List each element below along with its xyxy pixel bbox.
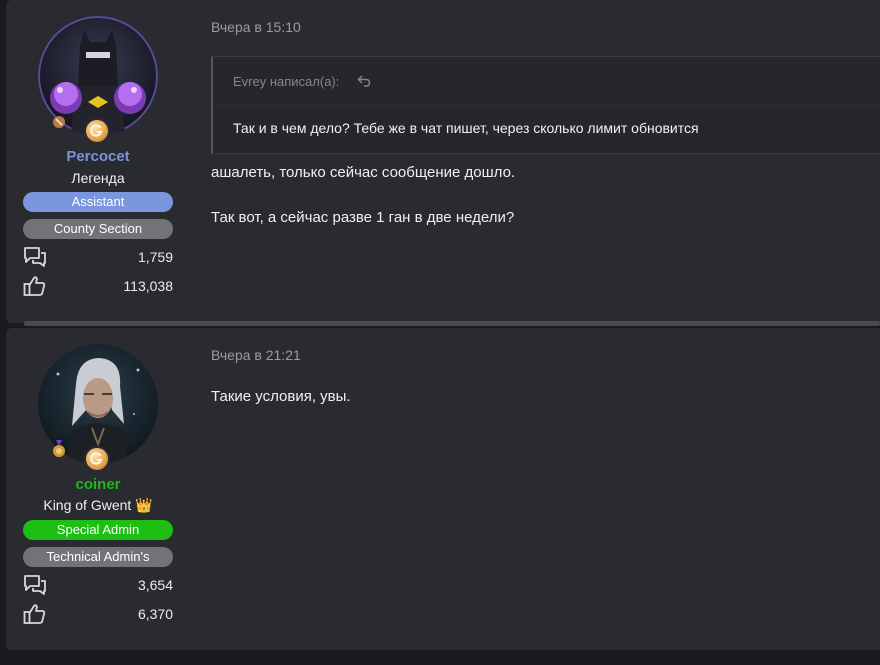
- reactions-count: 113,038: [123, 278, 173, 294]
- trophy-badge-icon[interactable]: [52, 114, 66, 130]
- post-content: Вчера в 21:21 Такие условия, увы.: [211, 328, 880, 650]
- quote-jump-icon[interactable]: [357, 74, 371, 93]
- user-title: King of Gwent 👑: [43, 497, 153, 513]
- reactions-stat: 6,370: [23, 603, 173, 625]
- user-banner-assistant: Assistant: [23, 192, 173, 212]
- user-banner-section: County Section: [23, 219, 173, 239]
- user-title: Легенда: [71, 170, 125, 186]
- message-line: ашалеть, только сейчас сообщение дошло.: [211, 164, 516, 181]
- coin-badge-icon[interactable]: [84, 118, 110, 144]
- quote-text: Так и в чем дело? Тебе же в чат пишет, ч…: [233, 120, 699, 136]
- messages-count: 3,654: [137, 577, 173, 593]
- quote-author[interactable]: Evrey написал(а):: [233, 74, 339, 89]
- messages-icon: [23, 246, 47, 273]
- user-banner-technical-admin: Technical Admin's: [23, 547, 173, 567]
- messages-stat: 1,759: [23, 246, 173, 268]
- messages-count: 1,759: [137, 249, 173, 265]
- post: Percocet Легенда Assistant County Sectio…: [6, 0, 880, 323]
- post-divider: [24, 321, 880, 326]
- avatar[interactable]: [38, 16, 158, 144]
- medal-badge-icon[interactable]: [52, 440, 66, 457]
- coin-badge-icon[interactable]: [84, 446, 110, 472]
- post-content: Вчера в 15:10 Evrey написал(а): Так и в …: [211, 0, 880, 323]
- username[interactable]: coiner: [6, 476, 190, 493]
- messages-stat: 3,654: [23, 574, 173, 596]
- thumbs-up-icon: [23, 603, 47, 630]
- message-line: Такие условия, увы.: [211, 388, 351, 405]
- avatar[interactable]: [38, 344, 158, 472]
- message-line: Так вот, а сейчас разве 1 ган в две неде…: [211, 209, 515, 226]
- messages-icon: [23, 574, 47, 601]
- post-date[interactable]: Вчера в 15:10: [211, 19, 301, 35]
- thumbs-up-icon: [23, 275, 47, 302]
- quote-header: Evrey написал(а):: [213, 57, 880, 106]
- reactions-count: 6,370: [137, 606, 173, 622]
- quote-block: Evrey написал(а): Так и в чем дело? Тебе…: [211, 56, 880, 154]
- username[interactable]: Percocet: [6, 148, 190, 165]
- reactions-stat: 113,038: [23, 275, 173, 297]
- user-panel: coiner King of Gwent 👑 Special Admin Tec…: [6, 328, 190, 650]
- post: coiner King of Gwent 👑 Special Admin Tec…: [6, 328, 880, 650]
- user-panel: Percocet Легенда Assistant County Sectio…: [6, 0, 190, 323]
- post-date[interactable]: Вчера в 21:21: [211, 347, 301, 363]
- user-banner-special-admin: Special Admin: [23, 520, 173, 540]
